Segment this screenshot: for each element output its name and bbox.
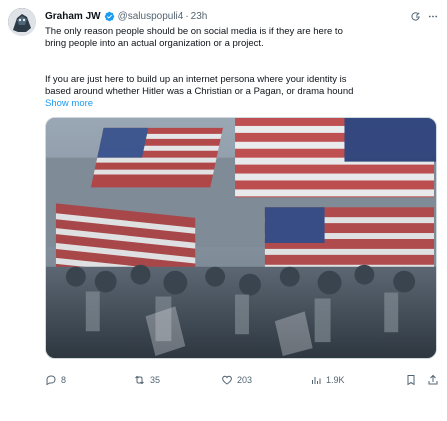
author-name[interactable]: Graham JW [45,11,101,22]
share-icon [428,374,438,385]
tweet-header: Graham JW @saluspopuli4 · 23h [45,8,439,24]
views-button[interactable]: 1.9K [310,374,345,386]
reply-count: 8 [61,375,67,385]
tweet-paragraph-2: If you are just here to build up an inte… [45,74,435,98]
author-avatar[interactable] [8,8,36,36]
post-time[interactable]: 23h [191,11,208,22]
reply-icon [46,375,56,386]
paragraph-1-line-1: The only reason people should be on soci… [45,26,343,37]
separator-dot: · [185,10,189,22]
tweet-paragraph-1: The only reason people should be on soci… [45,26,435,50]
header-actions [410,11,439,22]
reply-button[interactable]: 8 [45,374,66,386]
like-count: 203 [237,375,253,385]
paragraph-1-line-2: bring people into an actual organization… [45,38,264,49]
tweet[interactable]: Graham JW @saluspopuli4 · 23h The only r… [0,0,447,421]
heart-icon [222,375,232,385]
author-handle[interactable]: @saluspopuli4 [118,11,184,22]
paragraph-2-line-2: based around whether Hitler was a Christ… [45,86,354,97]
bookmark-button[interactable] [405,374,417,386]
verified-badge-icon [104,11,115,22]
repost-count: 35 [150,375,161,385]
avatar-image [8,8,36,36]
paragraph-2-line-1: If you are just here to build up an inte… [45,74,347,85]
grok-icon[interactable] [410,11,421,22]
view-count: 1.9K [326,375,345,385]
repost-icon [135,375,144,385]
tweet-media[interactable] [45,117,437,359]
views-chart-icon [312,377,321,384]
rally-crowd-with-flags-image [46,118,436,358]
bookmark-icon [407,375,415,386]
tweet-actions: 8 35 203 1.9K [45,372,440,388]
share-button[interactable] [427,374,439,386]
more-dots-icon[interactable] [427,11,439,22]
like-button[interactable]: 203 [221,374,252,386]
show-more-link[interactable]: Show more [45,98,93,109]
repost-button[interactable]: 35 [133,374,160,386]
